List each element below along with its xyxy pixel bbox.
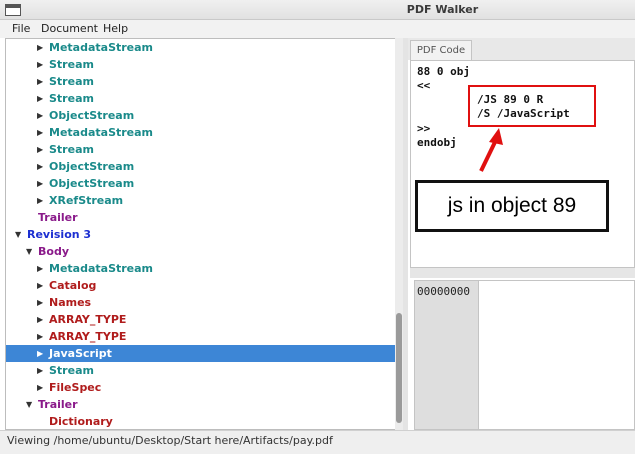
highlight-box [468,85,596,127]
tree-item[interactable]: ▶ MetadataStream [6,260,396,277]
code-line: 88 0 obj [417,65,470,78]
code-line: << [417,79,431,92]
collapsed-arrow-icon[interactable]: ▶ [37,141,47,158]
tree-item[interactable]: ▶ Stream [6,362,396,379]
red-arrow-icon [479,128,503,172]
tree-item[interactable]: ▼ Trailer [6,396,396,413]
annotation-callout: js in object 89 [415,180,609,232]
pane-splitter[interactable] [403,38,408,430]
annotation-text: js in object 89 [447,194,577,217]
tree-item[interactable]: Trailer [6,209,396,226]
collapsed-arrow-icon[interactable]: ▶ [37,90,47,107]
tree-item-label: ObjectStream [49,109,135,122]
tree-item-label: ARRAY_TYPE [49,313,127,326]
tree-item[interactable]: ▶ MetadataStream [6,124,396,141]
status-bar: Viewing /home/ubuntu/Desktop/Start here/… [0,430,635,454]
tree-item[interactable]: ▶ ARRAY_TYPE [6,311,396,328]
tree-item-label: Stream [49,75,94,88]
expanded-arrow-icon[interactable]: ▼ [26,243,36,260]
hex-offset-column: 00000000 [415,281,479,429]
tree-item-label: Body [38,245,69,258]
menu-bar: File Document Help [0,20,635,38]
document-tree[interactable]: ▶ MetadataStream ▶ Stream ▶ Stream ▶ Stream ▶ Obj… [5,38,401,430]
tree-item-label: Dictionary [49,415,113,428]
collapsed-arrow-icon[interactable]: ▶ [37,158,47,175]
tree-item-label: ObjectStream [49,160,135,173]
tree-item-label: XRefStream [49,194,124,207]
tree-item-label: Stream [49,143,94,156]
collapsed-arrow-icon[interactable]: ▶ [37,39,47,56]
menu-file[interactable]: File [12,22,30,35]
menu-document[interactable]: Document [41,22,98,35]
tree-item-label: Revision 3 [27,228,92,241]
tree-item[interactable]: ▶ XRefStream [6,192,396,209]
collapsed-arrow-icon[interactable]: ▶ [37,379,47,396]
tree-item-label: Stream [49,364,94,377]
status-text: Viewing /home/ubuntu/Desktop/Start here/… [7,434,333,447]
collapsed-arrow-icon[interactable]: ▶ [37,345,47,362]
code-line: >> [417,122,431,135]
tree-item-label: Catalog [49,279,97,292]
scrollbar-thumb[interactable] [396,313,402,423]
tree-item-label: Trailer [38,398,78,411]
title-bar: PDF Walker [0,0,635,20]
expanded-arrow-icon[interactable]: ▼ [15,226,25,243]
expanded-arrow-icon[interactable]: ▼ [26,396,36,413]
tree-item[interactable]: ▶ FileSpec [6,379,396,396]
collapsed-arrow-icon[interactable]: ▶ [37,73,47,90]
menu-help[interactable]: Help [103,22,128,35]
tree-item-label: JavaScript [49,347,112,360]
tree-item[interactable]: ▼ Revision 3 [6,226,396,243]
tree-item[interactable]: ▶ Names [6,294,396,311]
collapsed-arrow-icon[interactable]: ▶ [37,260,47,277]
tree-item-label: FileSpec [49,381,102,394]
collapsed-arrow-icon[interactable]: ▶ [37,56,47,73]
hex-offset-value: 00000000 [417,285,470,298]
code-line: endobj [417,136,457,149]
tree-item-label: Names [49,296,92,309]
collapsed-arrow-icon[interactable]: ▶ [37,175,47,192]
collapsed-arrow-icon[interactable]: ▶ [37,328,47,345]
tree-item[interactable]: ▶ Stream [6,141,396,158]
tree-item[interactable]: ▶ MetadataStream [6,39,396,56]
tree-item[interactable]: ▶ Catalog [6,277,396,294]
tree-item-label: Stream [49,92,94,105]
tree-item[interactable]: ▼ Body [6,243,396,260]
tree-item[interactable]: ▶ ObjectStream [6,175,396,192]
collapsed-arrow-icon[interactable]: ▶ [37,362,47,379]
tree-item-label: ARRAY_TYPE [49,330,127,343]
tree-item[interactable]: ▶ JavaScript [6,345,396,362]
tree-item[interactable]: ▶ Stream [6,56,396,73]
tree-item-label: Trailer [38,211,78,224]
tree-scrollbar[interactable] [395,38,403,430]
tree-item-label: ObjectStream [49,177,135,190]
tree-item-label: MetadataStream [49,41,154,54]
collapsed-arrow-icon[interactable]: ▶ [37,294,47,311]
tree-item[interactable]: Dictionary [6,413,396,429]
tree-item-label: MetadataStream [49,262,154,275]
tree-item-label: MetadataStream [49,126,154,139]
collapsed-arrow-icon[interactable]: ▶ [37,107,47,124]
tree-item[interactable]: ▶ ObjectStream [6,107,396,124]
collapsed-arrow-icon[interactable]: ▶ [37,277,47,294]
tree-item-label: Stream [49,58,94,71]
collapsed-arrow-icon[interactable]: ▶ [37,311,47,328]
tab-pdf-code[interactable]: PDF Code [410,40,472,60]
collapsed-arrow-icon[interactable]: ▶ [37,192,47,209]
tree-item[interactable]: ▶ ARRAY_TYPE [6,328,396,345]
tree-item[interactable]: ▶ ObjectStream [6,158,396,175]
code-tab-bar: PDF Code [408,38,635,60]
tree-item[interactable]: ▶ Stream [6,90,396,107]
tree-item[interactable]: ▶ Stream [6,73,396,90]
horizontal-splitter[interactable] [410,268,635,278]
window-title: PDF Walker [406,3,479,16]
collapsed-arrow-icon[interactable]: ▶ [37,124,47,141]
hex-view[interactable]: 00000000 [414,280,635,430]
